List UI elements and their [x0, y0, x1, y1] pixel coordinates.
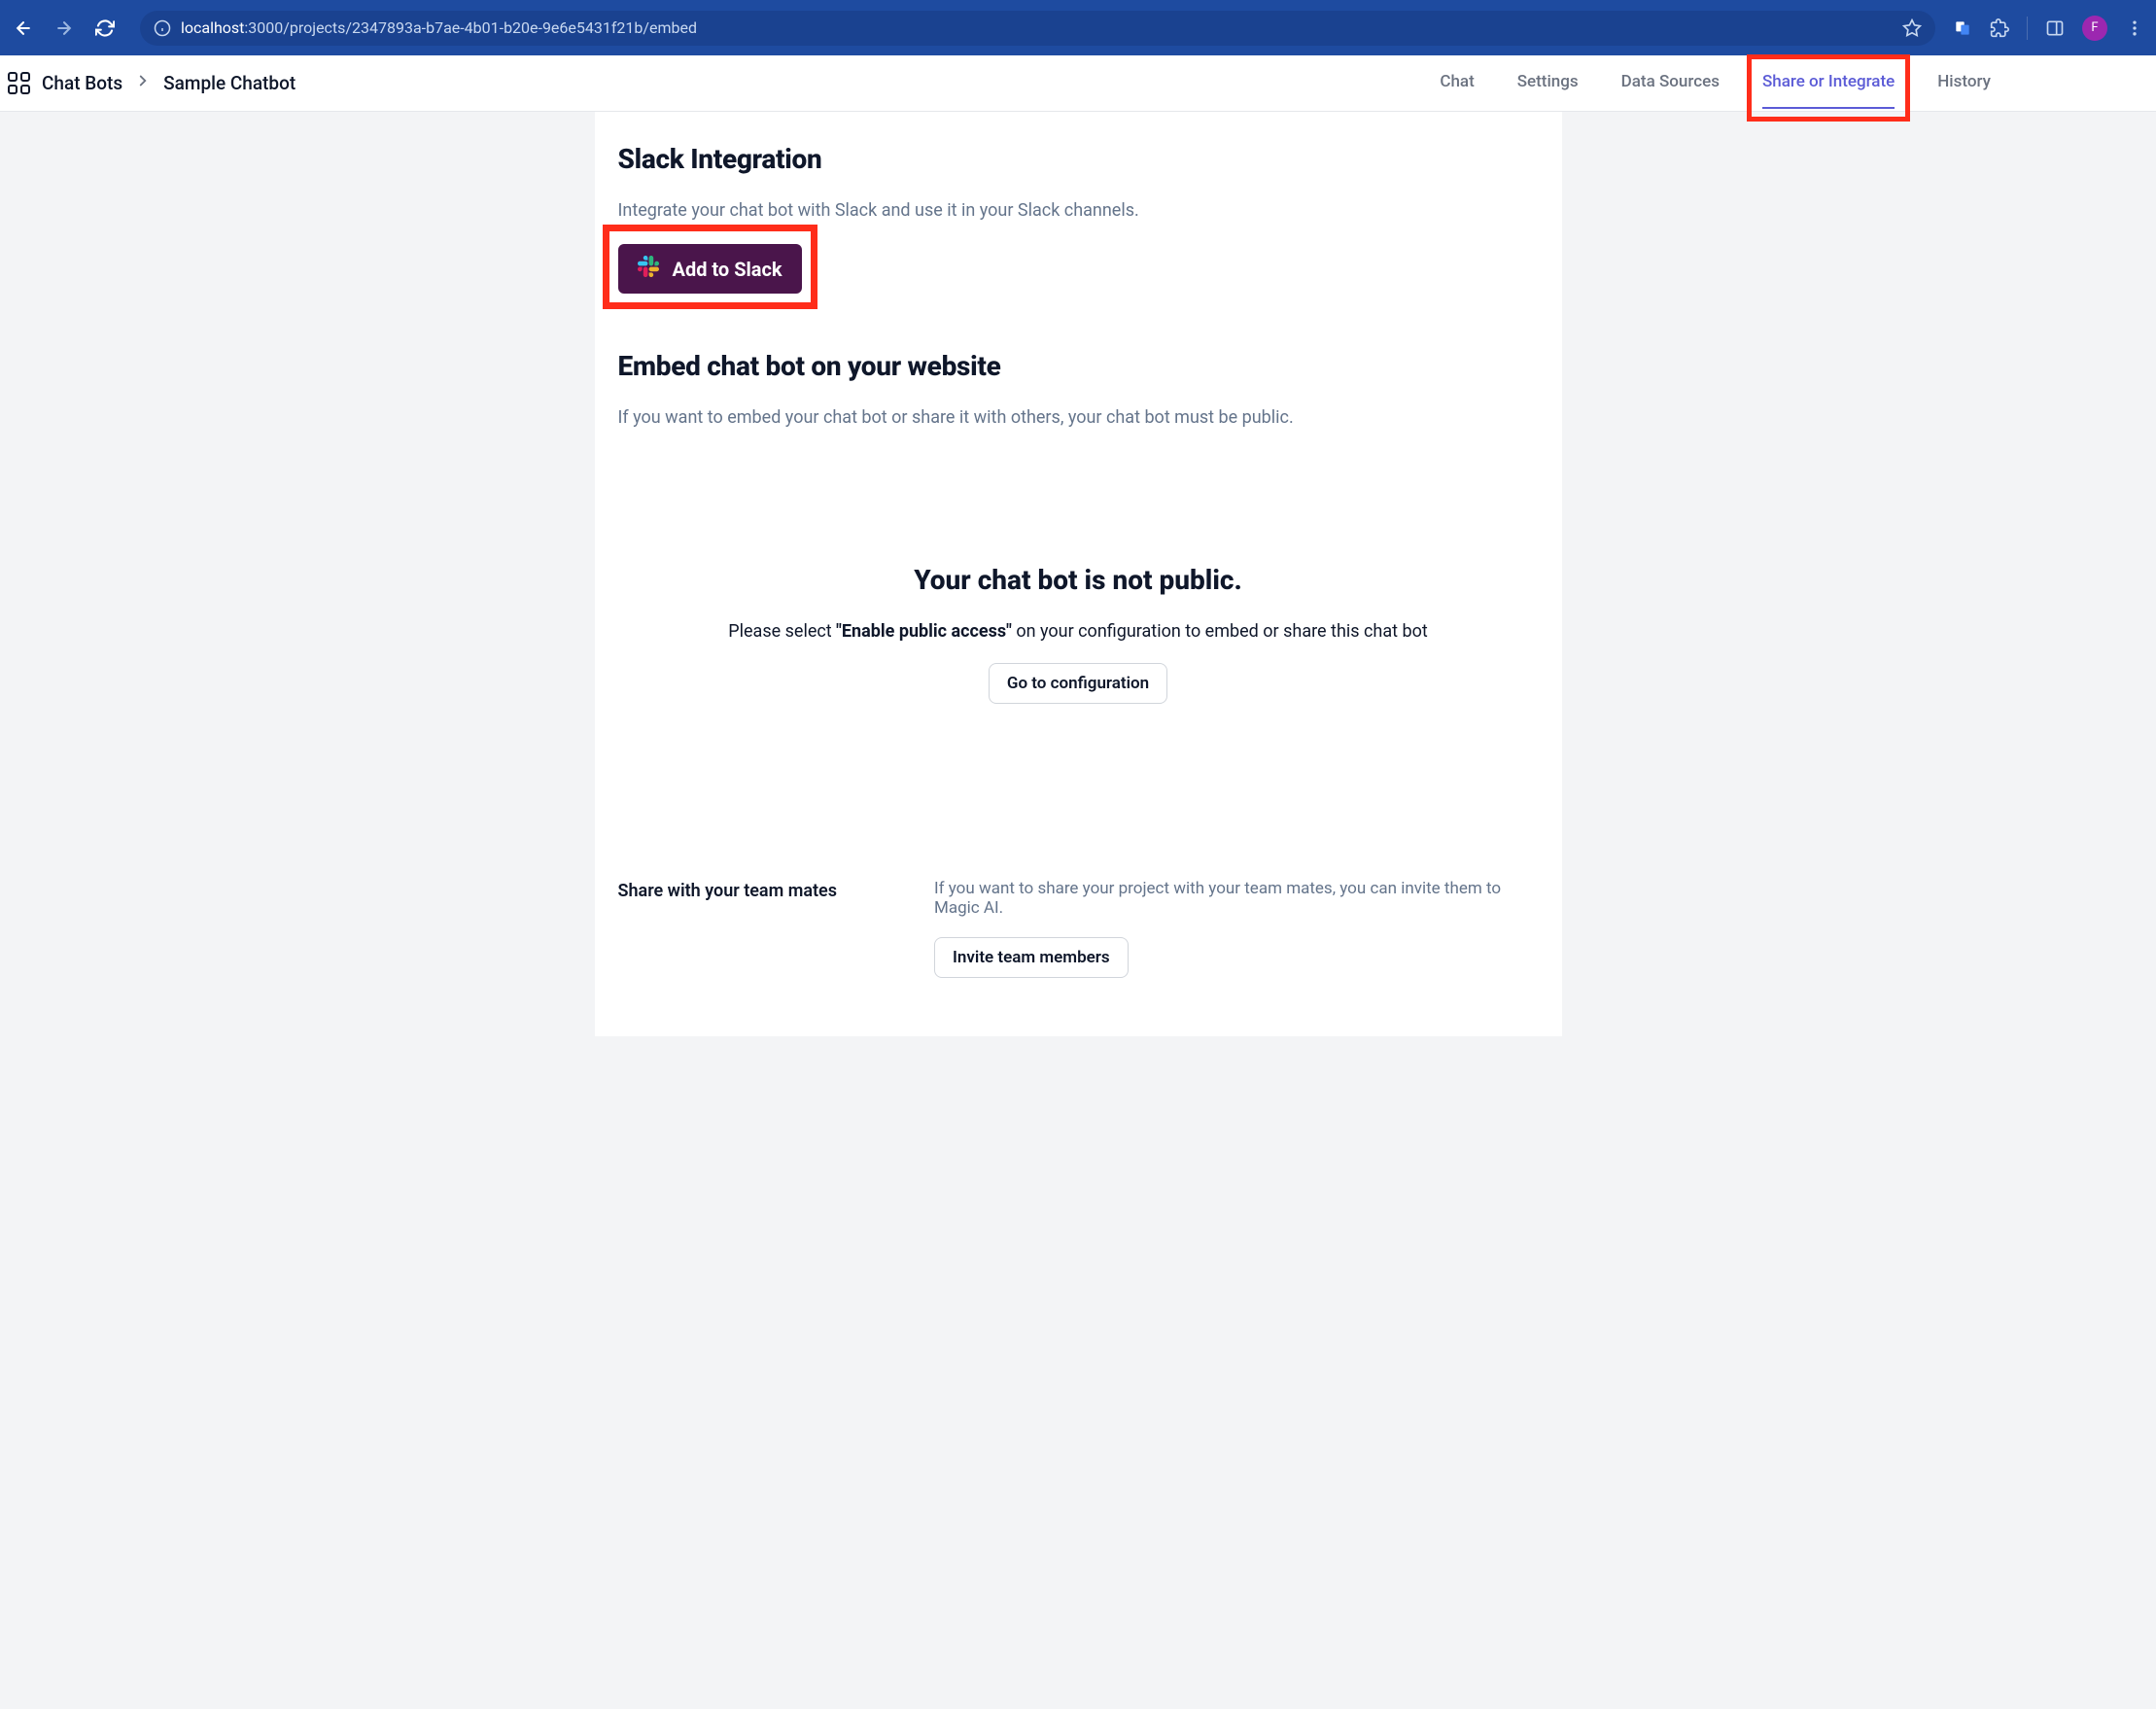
menu-dots-icon[interactable]: [2125, 18, 2144, 38]
breadcrumb: Chat Bots Sample Chatbot: [8, 72, 296, 94]
slack-button-label: Add to Slack: [673, 258, 782, 281]
chevron-right-icon: [134, 72, 152, 94]
not-public-desc: Please select "Enable public access" on …: [618, 621, 1539, 642]
profile-avatar[interactable]: F: [2082, 16, 2107, 41]
embed-section-desc: If you want to embed your chat bot or sh…: [618, 407, 1539, 428]
not-public-title: Your chat bot is not public.: [618, 564, 1539, 596]
not-public-notice: Your chat bot is not public. Please sele…: [618, 564, 1539, 704]
back-button[interactable]: [12, 17, 35, 40]
app-grid-icon[interactable]: [8, 72, 30, 94]
tab-share[interactable]: Share or Integrate: [1762, 72, 1895, 95]
tab-history[interactable]: History: [1937, 72, 1991, 95]
team-share-label: Share with your team mates: [618, 879, 838, 901]
tab-data-sources[interactable]: Data Sources: [1621, 72, 1720, 95]
url-text: localhost:3000/projects/2347893a-b7ae-4b…: [181, 18, 1893, 37]
breadcrumb-root[interactable]: Chat Bots: [42, 72, 122, 94]
tab-settings[interactable]: Settings: [1517, 72, 1579, 95]
page-header: Chat Bots Sample Chatbot Chat Settings D…: [0, 55, 2156, 112]
divider: [2027, 17, 2028, 40]
forward-button[interactable]: [52, 17, 76, 40]
site-info-icon[interactable]: [154, 19, 171, 37]
go-to-configuration-button[interactable]: Go to configuration: [989, 663, 1167, 704]
translate-icon[interactable]: [1953, 18, 1972, 38]
content-area: Slack Integration Integrate your chat bo…: [595, 112, 1562, 1036]
breadcrumb-current: Sample Chatbot: [163, 72, 296, 94]
slack-section-desc: Integrate your chat bot with Slack and u…: [618, 200, 1539, 221]
sidepanel-icon[interactable]: [2045, 18, 2065, 38]
extensions-icon[interactable]: [1990, 18, 2009, 38]
bookmark-star-icon[interactable]: [1902, 18, 1922, 38]
tabs: Chat Settings Data Sources Share or Inte…: [1440, 72, 1991, 95]
add-to-slack-button[interactable]: Add to Slack: [618, 244, 802, 294]
url-bar[interactable]: localhost:3000/projects/2347893a-b7ae-4b…: [140, 11, 1935, 46]
team-share-desc: If you want to share your project with y…: [934, 879, 1539, 918]
tab-chat[interactable]: Chat: [1440, 72, 1474, 95]
slack-icon: [638, 256, 659, 282]
embed-section-title: Embed chat bot on your website: [618, 350, 1539, 382]
browser-chrome: localhost:3000/projects/2347893a-b7ae-4b…: [0, 0, 2156, 55]
reload-button[interactable]: [93, 17, 117, 40]
invite-team-members-button[interactable]: Invite team members: [934, 937, 1129, 978]
slack-section-title: Slack Integration: [618, 143, 1539, 175]
team-share-section: Share with your team mates If you want t…: [618, 879, 1539, 978]
highlight-annotation: [1747, 54, 1910, 122]
